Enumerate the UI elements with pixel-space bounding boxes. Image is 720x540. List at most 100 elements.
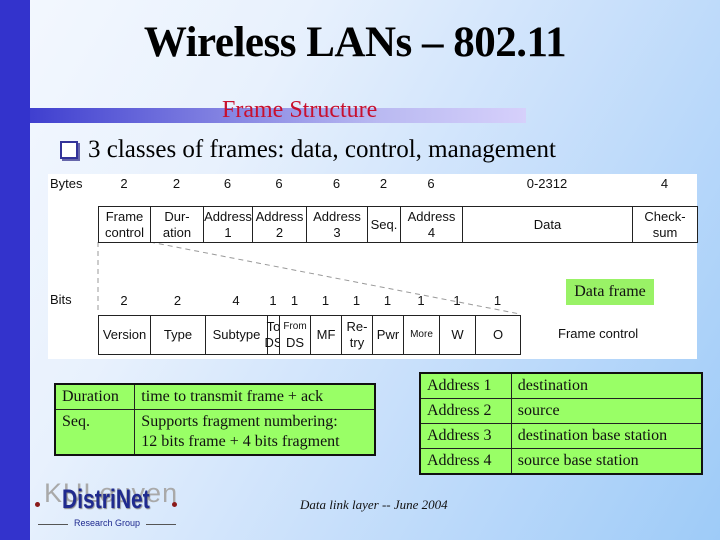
- field-name-cell: Duration: [54, 383, 136, 410]
- field-name-line: DS: [285, 335, 305, 350]
- field-name-line: Data: [533, 216, 562, 232]
- control-size-label: 2: [120, 293, 128, 308]
- bits-label: Bits: [50, 292, 72, 307]
- address-description-table: Address 1 destination Address 2 source Addre…: [419, 372, 703, 475]
- frame-size-label: 2: [120, 176, 128, 191]
- frame-structure-diagram: Bytes Bits 2 Frame control 2 Dur-ation 6 Addre…: [48, 174, 698, 359]
- table-row: Seq. Supports fragment numbering: 12 bits…: [54, 409, 376, 456]
- field-name-cell: Seq.: [54, 409, 136, 456]
- control-size-label: 1: [493, 293, 502, 308]
- field-name-line: 3: [333, 224, 341, 240]
- field-name-line: Pwr: [376, 327, 400, 342]
- field-name-line: Re-: [346, 319, 368, 334]
- field-description-cell: destination: [510, 372, 703, 399]
- frame-field-cell: Frame control: [98, 206, 151, 243]
- field-name-line: 2: [275, 224, 284, 240]
- bullet-text: 3 classes of frames: data, control, mana…: [88, 136, 556, 163]
- frame-field-cell: Data: [462, 206, 633, 243]
- bullet-point: 3 classes of frames: data, control, mana…: [60, 136, 556, 164]
- control-size-label: 2: [173, 293, 182, 308]
- frame-field-cell: Seq.: [367, 206, 401, 243]
- field-name-line: Check-: [644, 208, 686, 224]
- field-name-line: Address: [255, 208, 304, 224]
- field-name-cell: Address 2: [419, 398, 512, 424]
- table-row: Duration time to transmit frame + ack: [54, 383, 376, 410]
- field-description-cell: destination base station: [510, 423, 703, 449]
- distrinet-logo: KULeuven DistriNet Research Group: [32, 478, 182, 530]
- frame-size-label: 6: [275, 176, 283, 191]
- slide-footer: Data link layer -- June 2004: [300, 497, 448, 512]
- frame-size-label: 2: [172, 176, 181, 191]
- frame-field-cell: Check-sum: [632, 206, 698, 243]
- control-size-label: 1: [269, 293, 277, 308]
- control-size-label: 4: [232, 293, 240, 308]
- field-name-line: Type: [163, 327, 193, 342]
- frame-field-cell: Dur-ation: [150, 206, 204, 243]
- field-name-line: More: [410, 329, 433, 340]
- table-row: Address 3 destination base station: [419, 423, 703, 449]
- control-field-cell: O: [475, 315, 521, 355]
- field-description-cell: source base station: [510, 448, 703, 475]
- field-name-line: sum: [652, 224, 678, 240]
- field-description-cell: Supports fragment numbering: 12 bits fra…: [134, 409, 376, 456]
- control-field-cell: W: [439, 315, 476, 355]
- bytes-label: Bytes: [50, 176, 83, 191]
- control-field-cell: Version: [98, 315, 151, 355]
- field-name-line: Address: [204, 208, 252, 224]
- table-row: Address 4 source base station: [419, 448, 703, 475]
- control-field-cell: From DS: [279, 315, 311, 355]
- field-description-table: Duration time to transmit frame + ack Seq.…: [54, 383, 376, 456]
- frame-size-label: 2: [379, 176, 388, 191]
- control-field-cell: Type: [150, 315, 206, 355]
- control-size-label: 1: [453, 293, 461, 308]
- field-description-cell: source: [510, 398, 703, 424]
- field-name-line: control: [104, 224, 145, 240]
- frame-control-caption: Frame control: [558, 326, 639, 341]
- control-size-label: 1: [417, 293, 425, 308]
- field-name-line: Address: [407, 208, 456, 224]
- logo-dot-icon: [35, 502, 40, 507]
- control-size-label: 1: [290, 293, 299, 308]
- slide-subtitle: Frame Structure: [222, 97, 378, 123]
- control-size-label: 1: [321, 293, 330, 308]
- control-field-cell: More: [403, 315, 440, 355]
- field-description-cell: time to transmit frame + ack: [134, 383, 376, 410]
- field-name-cell: Address 3: [419, 423, 512, 449]
- slide-title: Wireless LANs – 802.11: [143, 19, 567, 66]
- field-name-line: Frame: [105, 208, 144, 224]
- field-name-line: try: [349, 335, 365, 350]
- field-name-line: Subtype: [212, 327, 261, 342]
- frame-field-cell: Address 3: [306, 206, 368, 243]
- data-frame-badge: Data frame: [566, 279, 654, 305]
- frame-size-label: 6: [427, 176, 435, 191]
- control-size-label: 1: [352, 293, 361, 308]
- frame-size-label: 0-2312: [526, 176, 568, 191]
- field-name-line: Version: [102, 327, 147, 342]
- field-name-line: 1: [224, 224, 232, 240]
- logo-tagline: Research Group: [73, 518, 141, 528]
- control-field-cell: MF: [310, 315, 342, 355]
- control-field-cell: Pwr: [372, 315, 404, 355]
- square-bullet-icon: [60, 141, 78, 159]
- frame-size-label: 6: [223, 176, 232, 191]
- field-name-line: MF: [316, 327, 336, 342]
- table-row: Address 1 destination: [419, 372, 703, 399]
- frame-size-label: 6: [332, 176, 341, 191]
- field-name-line: ation: [162, 224, 192, 240]
- frame-field-cell: Address 1: [203, 206, 253, 243]
- field-name-line: Seq.: [370, 216, 398, 232]
- field-name-cell: Address 4: [419, 448, 512, 475]
- frame-size-label: 4: [660, 176, 669, 191]
- frame-field-cell: Address 2: [252, 206, 307, 243]
- table-row: Address 2 source: [419, 398, 703, 424]
- field-name-line: 4: [427, 224, 436, 240]
- field-name-line: From: [283, 321, 307, 332]
- control-size-label: 1: [383, 293, 392, 308]
- logo-name: DistriNet: [62, 484, 150, 514]
- control-field-cell: Re-try: [341, 315, 373, 355]
- control-field-cell: Subtype: [205, 315, 268, 355]
- frame-field-cell: Address 4: [400, 206, 463, 243]
- field-name-line: Address: [313, 208, 361, 224]
- logo-dot-icon: [172, 502, 177, 507]
- field-name-line: Dur-: [164, 208, 190, 224]
